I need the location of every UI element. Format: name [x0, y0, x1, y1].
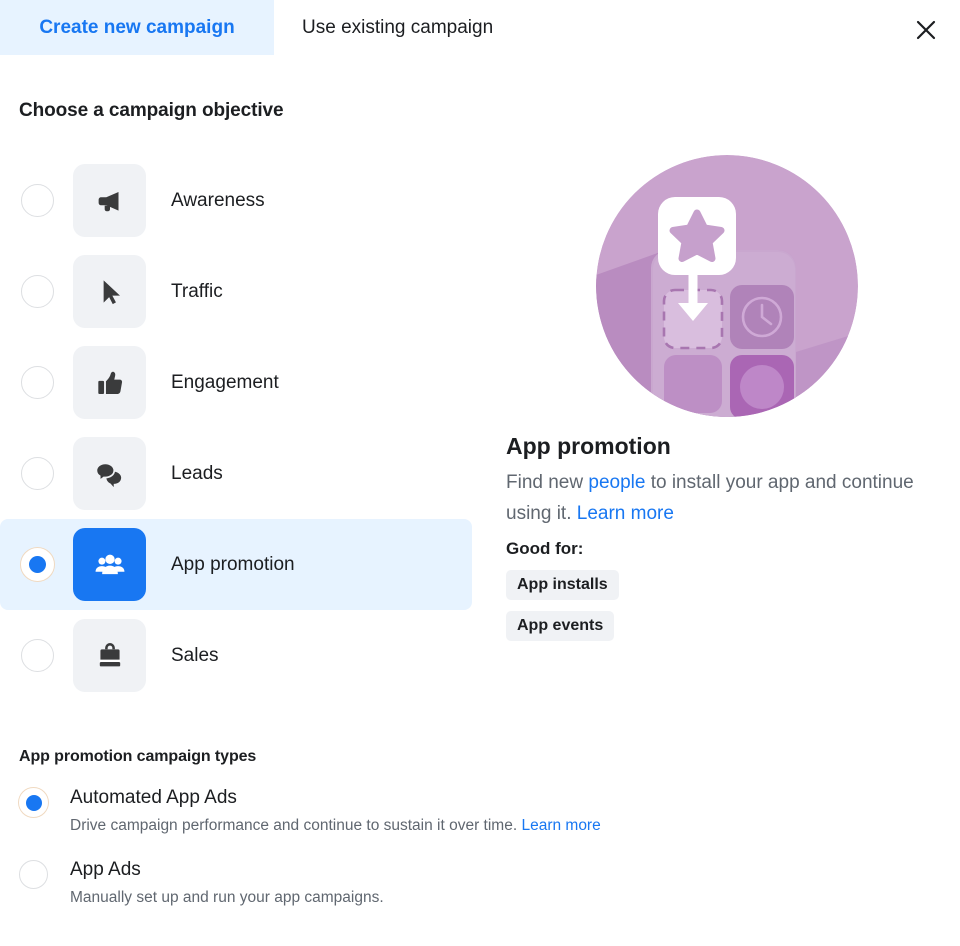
objective-label-sales: Sales: [171, 644, 219, 666]
detail-description-part1: Find new: [506, 472, 589, 493]
tab-use-existing-campaign-label: Use existing campaign: [302, 16, 494, 38]
objective-row-sales[interactable]: Sales: [0, 610, 472, 701]
automated-app-ads-learn-more-link[interactable]: Learn more: [521, 817, 600, 834]
objective-icon-tile-traffic: [73, 255, 146, 328]
people-link[interactable]: people: [588, 472, 645, 493]
objective-label-traffic: Traffic: [171, 280, 223, 302]
radio-engagement[interactable]: [21, 366, 54, 399]
objective-row-app-promotion[interactable]: App promotion: [0, 519, 472, 610]
objective-row-leads[interactable]: Leads: [0, 428, 472, 519]
radio-app-ads[interactable]: [19, 860, 48, 889]
objective-label-app-promotion: App promotion: [171, 553, 295, 575]
radio-automated-app-ads[interactable]: [19, 788, 48, 817]
campaign-type-name-automated-app-ads: Automated App Ads: [70, 787, 237, 808]
detail-title: App promotion: [506, 433, 671, 459]
campaign-type-name-app-ads: App Ads: [70, 859, 141, 880]
objective-icon-tile-app-promotion: [73, 528, 146, 601]
objective-label-awareness: Awareness: [171, 189, 265, 211]
badge-row-app-installs: App installs: [506, 559, 936, 600]
chat-bubble-icon: [95, 462, 121, 487]
campaign-types-list: Automated App Ads Drive campaign perform…: [19, 786, 919, 930]
campaign-type-desc-app-ads: Manually set up and run your app campaig…: [70, 888, 384, 908]
campaign-type-text-automated-app-ads: Automated App Ads Drive campaign perform…: [70, 786, 601, 836]
detail-description: Find new people to install your app and …: [506, 467, 914, 529]
good-for-label: Good for:: [506, 539, 584, 558]
app-install-illustration: [596, 155, 858, 417]
thumbs-up-icon: [97, 371, 122, 394]
badge-app-installs: App installs: [506, 570, 619, 600]
objective-icon-tile-engagement: [73, 346, 146, 419]
campaign-type-desc-text-app-ads: Manually set up and run your app campaig…: [70, 889, 384, 906]
objective-section-title: Choose a campaign objective: [19, 100, 284, 121]
objective-detail-panel: App promotion Find new people to install…: [506, 155, 936, 641]
badge-app-events: App events: [506, 611, 615, 641]
badge-row-app-events: App events: [506, 600, 936, 641]
radio-app-promotion[interactable]: [21, 548, 54, 581]
tab-use-existing-campaign[interactable]: Use existing campaign: [274, 0, 521, 55]
objective-row-traffic[interactable]: Traffic: [0, 246, 472, 337]
objective-label-engagement: Engagement: [171, 371, 279, 393]
radio-sales[interactable]: [21, 639, 54, 672]
app-install-illustration-svg: [596, 155, 858, 417]
objective-row-engagement[interactable]: Engagement: [0, 337, 472, 428]
briefcase-icon: [99, 642, 120, 666]
objective-row-awareness[interactable]: Awareness: [0, 155, 472, 246]
campaign-type-row-automated-app-ads[interactable]: Automated App Ads Drive campaign perform…: [19, 786, 919, 836]
radio-awareness[interactable]: [21, 184, 54, 217]
campaign-type-desc-text-automated: Drive campaign performance and continue …: [70, 817, 522, 834]
tab-create-new-campaign-label: Create new campaign: [39, 16, 235, 38]
cursor-icon: [103, 279, 120, 304]
objective-list: Awareness Traffic Engagement Leads App p…: [0, 155, 472, 701]
objective-icon-tile-awareness: [73, 164, 146, 237]
tab-bar: Create new campaign Use existing campaig…: [0, 0, 960, 56]
close-button[interactable]: [906, 10, 946, 50]
campaign-types-title: App promotion campaign types: [19, 748, 257, 765]
radio-traffic[interactable]: [21, 275, 54, 308]
campaign-type-text-app-ads: App Ads Manually set up and run your app…: [70, 858, 384, 908]
radio-leads[interactable]: [21, 457, 54, 490]
learn-more-link[interactable]: Learn more: [577, 503, 674, 524]
people-group-icon: [95, 554, 124, 574]
tab-create-new-campaign[interactable]: Create new campaign: [0, 0, 274, 55]
close-icon: [916, 20, 936, 40]
objective-icon-tile-leads: [73, 437, 146, 510]
objective-icon-tile-sales: [73, 619, 146, 692]
campaign-type-row-app-ads[interactable]: App Ads Manually set up and run your app…: [19, 858, 919, 908]
megaphone-icon: [98, 191, 118, 211]
campaign-type-desc-automated-app-ads: Drive campaign performance and continue …: [70, 816, 601, 836]
objective-label-leads: Leads: [171, 462, 223, 484]
